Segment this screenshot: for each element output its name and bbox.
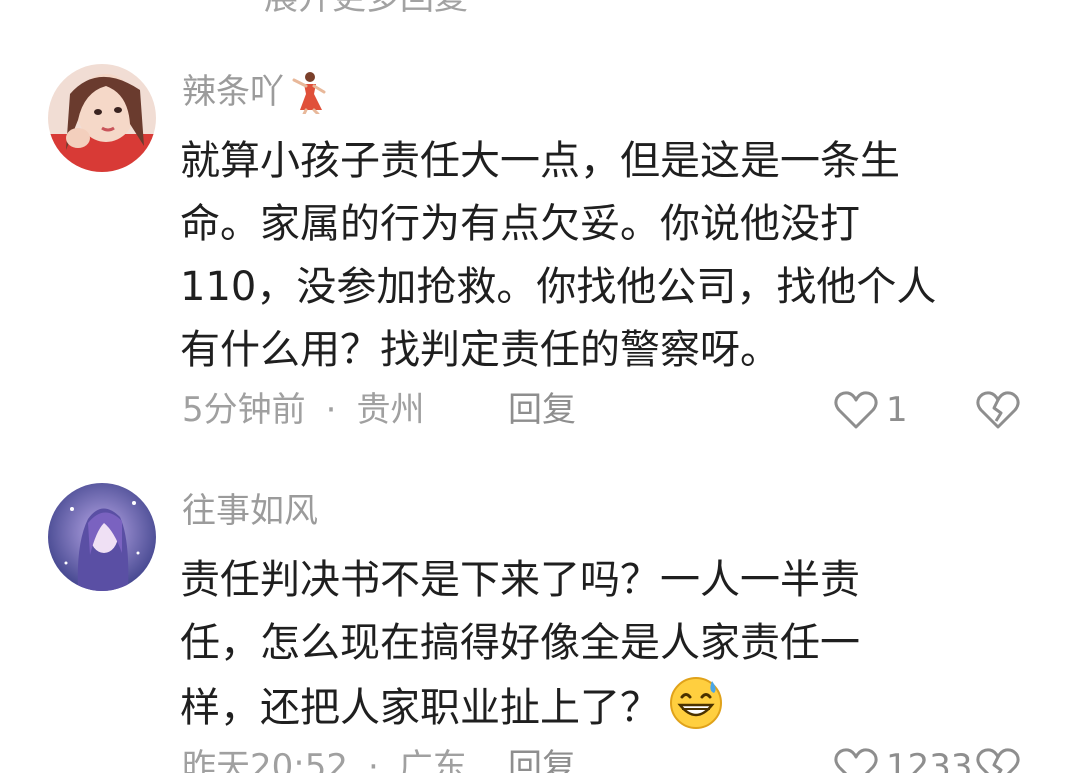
comment-time: 5分钟前 xyxy=(182,390,306,430)
grinning-sweat-emoji xyxy=(668,675,724,731)
dislike-button[interactable] xyxy=(976,745,1020,773)
comment-line: 责任判决书不是下来了吗？一人一半责 xyxy=(180,557,860,603)
like-button[interactable]: 1 xyxy=(834,388,908,432)
comment-meta: 昨天20:52 · 广东 xyxy=(182,745,467,773)
comment-line: 就算小孩子责任大一点，但是这是一条生 xyxy=(180,138,900,184)
comment-line: 命。家属的行为有点欠妥。你说他没打 xyxy=(180,201,860,247)
dislike-button[interactable] xyxy=(976,388,1020,432)
broken-heart-icon xyxy=(976,391,1020,429)
comment-line-text: 样，还把人家职业扯上了？ xyxy=(180,685,660,731)
broken-heart-icon xyxy=(976,748,1020,773)
comment-location: 广东 xyxy=(398,747,467,773)
comment-text: 就算小孩子责任大一点，但是这是一条生 命。家属的行为有点欠妥。你说他没打 110… xyxy=(180,130,1040,382)
username-text: 往事如风 xyxy=(182,491,318,531)
comment-line: 任，怎么现在搞得好像全是人家责任一 xyxy=(180,620,860,666)
like-count: 1233 xyxy=(886,747,973,773)
avatar[interactable] xyxy=(48,483,156,591)
heart-icon xyxy=(834,748,878,773)
comment-list: 展开更多回复 辣条吖 xyxy=(0,0,1080,773)
reply-button[interactable]: 回复 xyxy=(508,745,576,773)
comment-location: 贵州 xyxy=(356,390,425,430)
comment-line: 样，还把人家职业扯上了？ xyxy=(180,675,1040,738)
like-button[interactable]: 1233 xyxy=(834,745,973,773)
avatar[interactable] xyxy=(48,64,156,172)
reply-button[interactable]: 回复 xyxy=(508,388,576,432)
username-text: 辣条吖 xyxy=(182,72,284,112)
meta-separator: · xyxy=(325,390,337,430)
comment-text: 责任判决书不是下来了吗？一人一半责 任，怎么现在搞得好像全是人家责任一 样，还把… xyxy=(180,549,1040,738)
username[interactable]: 往事如风 xyxy=(182,489,318,533)
meta-separator: · xyxy=(367,747,379,773)
dancer-icon xyxy=(288,70,328,116)
comment-time: 昨天20:52 xyxy=(182,747,348,773)
comment-meta: 5分钟前 · 贵州 xyxy=(182,388,424,432)
heart-icon xyxy=(834,391,878,429)
like-count: 1 xyxy=(886,390,908,430)
username[interactable]: 辣条吖 xyxy=(182,70,328,116)
expand-more-replies[interactable]: 展开更多回复 xyxy=(264,0,468,20)
comment-line: 有什么用？找判定责任的警察呀。 xyxy=(180,327,780,373)
comment-line: 110，没参加抢救。你找他公司，找他个人 xyxy=(180,264,937,310)
